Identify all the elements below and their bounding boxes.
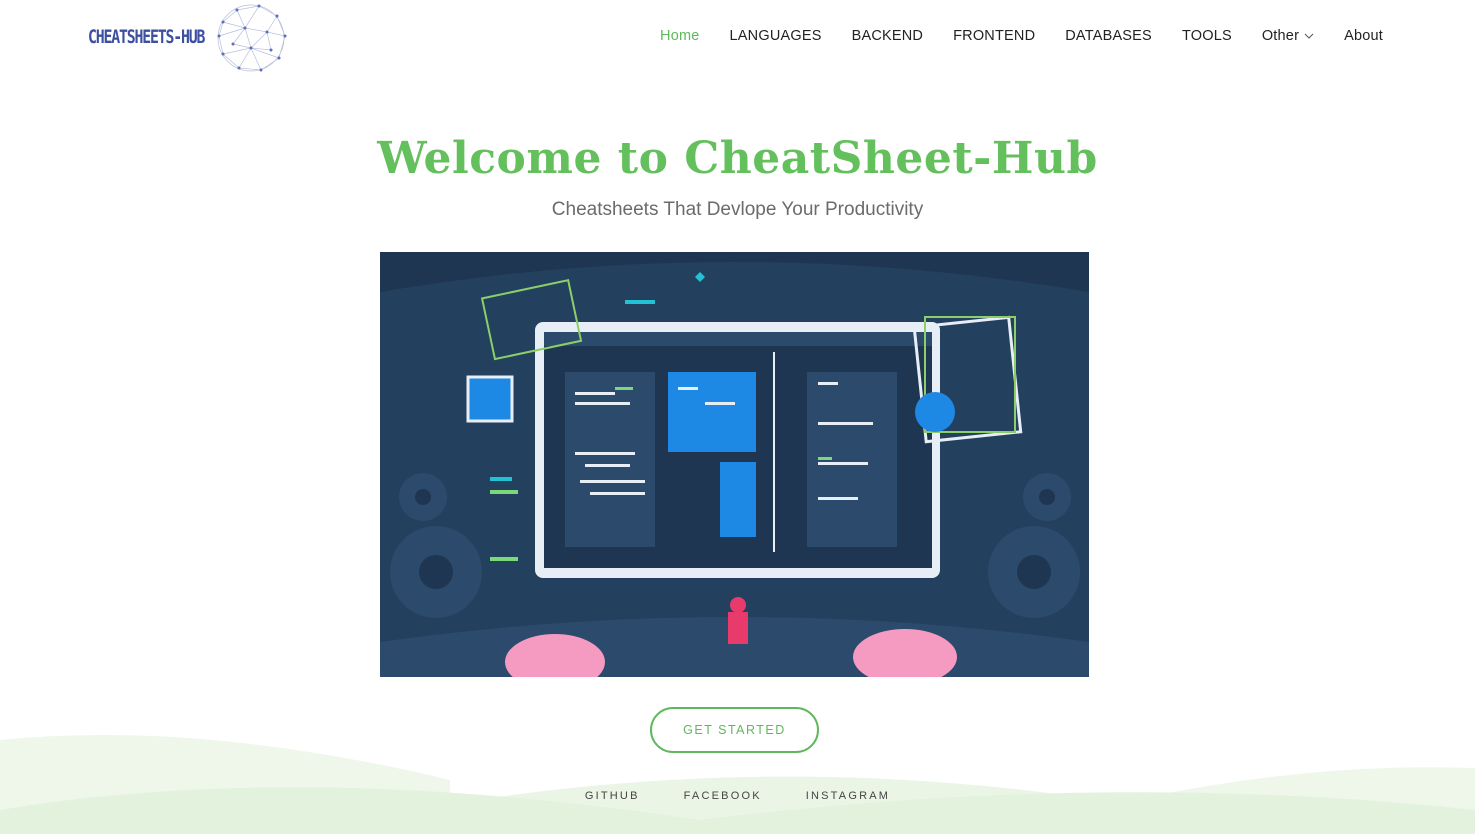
nav-other-label: Other xyxy=(1261,28,1300,44)
nav-languages[interactable]: LANGUAGES xyxy=(730,28,822,44)
nav-other-dropdown[interactable]: Other xyxy=(1262,28,1314,44)
logo-text: CHEATSHEETS-HUB xyxy=(88,26,205,48)
chevron-down-icon xyxy=(1304,33,1314,39)
main-nav: Home LANGUAGES BACKEND FRONTEND DATABASE… xyxy=(630,24,1383,48)
nav-frontend[interactable]: FRONTEND xyxy=(953,28,1035,44)
instagram-link[interactable]: INSTAGRAM xyxy=(806,790,890,802)
hero-subtitle: Cheatsheets That Devlope Your Productivi… xyxy=(551,199,924,220)
site-logo[interactable]: CHEATSHEETS-HUB xyxy=(88,2,288,72)
get-started-button[interactable]: GET STARTED xyxy=(650,707,819,753)
site-header: CHEATSHEETS-HUB Home LANGUAGES BACKEND F… xyxy=(0,0,1475,75)
github-link[interactable]: GITHUB xyxy=(585,790,640,802)
nav-home[interactable]: Home xyxy=(660,28,699,44)
facebook-link[interactable]: FACEBOOK xyxy=(684,790,762,802)
nav-databases[interactable]: DATABASES xyxy=(1065,28,1152,44)
developer-workstation-illustration xyxy=(380,252,1089,677)
nav-tools[interactable]: TOOLS xyxy=(1182,28,1232,44)
nav-about[interactable]: About xyxy=(1344,28,1383,44)
nav-backend[interactable]: BACKEND xyxy=(852,28,924,44)
hero-illustration xyxy=(380,252,1089,677)
hero-title: Welcome to CheatSheet-Hub xyxy=(377,133,1098,184)
social-links: GITHUB FACEBOOK INSTAGRAM xyxy=(0,790,1475,802)
globe-network-icon xyxy=(217,4,287,72)
